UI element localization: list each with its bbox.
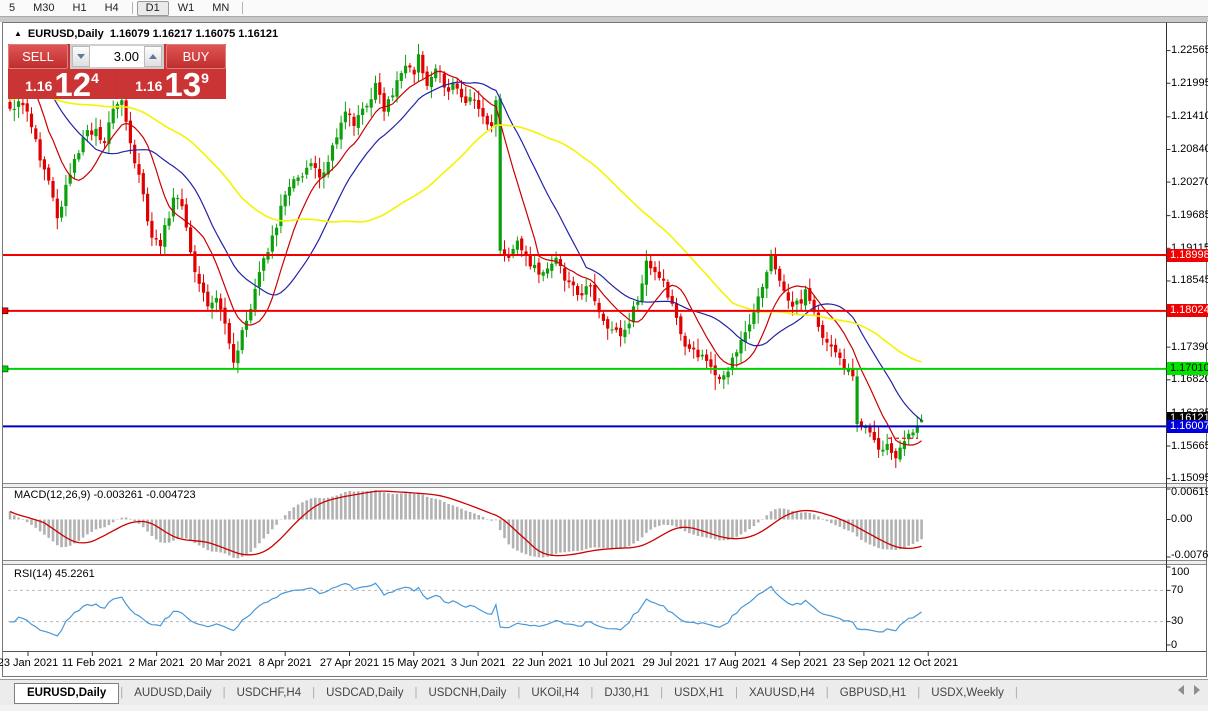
date-tick-label: 12 Oct 2021	[898, 657, 958, 669]
buy-price-big: 13	[164, 70, 201, 99]
buy-price-pip: 9	[201, 71, 209, 85]
rsi-label: RSI(14) 45.2261	[14, 568, 95, 580]
symbol-label: EURUSD,Daily	[28, 28, 104, 40]
date-tick-label: 8 Apr 2021	[259, 657, 312, 669]
sell-button[interactable]: SELL	[8, 44, 68, 69]
one-click-trading-widget: SELL 3.00 BUY 1.16 12 4 1.16 13 9	[8, 44, 226, 99]
rsi-tick-label: 70	[1171, 584, 1183, 596]
macd-tick-label: -0.007621	[1171, 549, 1208, 561]
chart-tab-ukoil-h4[interactable]: UKOil,H4	[521, 687, 589, 699]
chart-canvas[interactable]	[2, 22, 1207, 677]
rsi-tick-label: 100	[1171, 566, 1189, 578]
date-tick-label: 23 Sep 2021	[833, 657, 895, 669]
level-price-tag: 1.18998	[1167, 249, 1208, 262]
ohlc-values: 1.16079 1.16217 1.16075 1.16121	[110, 28, 278, 40]
collapse-icon[interactable]: ▲	[14, 29, 22, 38]
arrow-up-icon	[149, 54, 157, 59]
timeframe-button-h4[interactable]: H4	[96, 1, 128, 16]
chart-title: ▲ EURUSD,Daily 1.16079 1.16217 1.16075 1.…	[14, 28, 278, 40]
date-tick-label: 2 Mar 2021	[129, 657, 185, 669]
buy-button[interactable]: BUY	[166, 44, 226, 69]
date-tick-label: 15 May 2021	[382, 657, 446, 669]
volume-input[interactable]: 3.00	[90, 46, 144, 67]
price-tick-label: 1.17390	[1171, 341, 1208, 353]
rsi-tick-label: 0	[1171, 639, 1177, 651]
volume-decrease-button[interactable]	[72, 46, 90, 67]
chart-tab-eurusd-daily[interactable]: EURUSD,Daily	[14, 683, 119, 704]
level-price-tag: 1.18024	[1167, 304, 1208, 317]
timeframe-toolbar: 5M30H1H4 D1W1MN	[0, 0, 1208, 17]
scroll-left-icon[interactable]	[1178, 685, 1184, 695]
price-tick-label: 1.21995	[1171, 77, 1208, 89]
chart-tab-usdchf-h4[interactable]: USDCHF,H4	[227, 687, 312, 699]
rsi-tick-label: 30	[1171, 615, 1183, 627]
date-tick-label: 10 Jul 2021	[578, 657, 635, 669]
price-tick-label: 1.15095	[1171, 472, 1208, 484]
date-tick-label: 27 Apr 2021	[320, 657, 379, 669]
volume-stepper: 3.00	[70, 44, 164, 69]
tab-separator: |	[1014, 687, 1019, 699]
level-price-tag: 1.17010	[1167, 362, 1208, 375]
macd-label: MACD(12,26,9) -0.003261 -0.004723	[14, 489, 196, 501]
sell-price-display[interactable]: 1.16 12 4	[8, 70, 116, 99]
price-tick-label: 1.21410	[1171, 110, 1208, 122]
timeframe-button-d1[interactable]: D1	[137, 1, 169, 16]
chart-tab-bar: EURUSD,Daily|AUDUSD,Daily|USDCHF,H4|USDC…	[0, 679, 1208, 706]
sell-price-base: 1.16	[25, 73, 52, 99]
chart-tab-usdcad-daily[interactable]: USDCAD,Daily	[316, 687, 413, 699]
date-tick-label: 29 Jul 2021	[643, 657, 700, 669]
price-tick-label: 1.20840	[1171, 143, 1208, 155]
chart-tab-audusd-daily[interactable]: AUDUSD,Daily	[124, 687, 221, 699]
volume-increase-button[interactable]	[144, 46, 162, 67]
price-tick-label: 1.19685	[1171, 209, 1208, 221]
arrow-down-icon	[77, 54, 85, 59]
chart-tab-usdx-h1[interactable]: USDX,H1	[664, 687, 734, 699]
timeframe-button-mn[interactable]: MN	[203, 1, 238, 16]
date-tick-label: 20 Mar 2021	[190, 657, 252, 669]
window-bottom-strip	[0, 705, 1208, 711]
scroll-right-icon[interactable]	[1194, 685, 1200, 695]
buy-price-base: 1.16	[135, 73, 162, 99]
sell-price-pip: 4	[91, 71, 99, 85]
toolbar-separator	[132, 2, 133, 14]
sell-price-big: 12	[54, 70, 91, 99]
macd-tick-label: 0.00	[1171, 513, 1192, 525]
trading-platform-window: 5M30H1H4 D1W1MN ▲ EURUSD,Daily 1.16079 1.1…	[0, 0, 1208, 711]
tab-scroll-arrows	[1178, 685, 1200, 695]
date-tick-label: 23 Jan 2021	[0, 657, 58, 669]
chart-tab-usdx-weekly[interactable]: USDX,Weekly	[921, 687, 1014, 699]
date-tick-label: 4 Sep 2021	[771, 657, 827, 669]
chart-tab-gbpusd-h1[interactable]: GBPUSD,H1	[830, 687, 916, 699]
chart-window: ▲ EURUSD,Daily 1.16079 1.16217 1.16075 1.…	[2, 22, 1207, 677]
timeframe-button-h1[interactable]: H1	[64, 1, 96, 16]
toolbar-separator	[242, 2, 243, 14]
chart-tab-dj30-h1[interactable]: DJ30,H1	[594, 687, 659, 699]
macd-tick-label: 0.006193	[1171, 486, 1208, 498]
price-tick-label: 1.18545	[1171, 274, 1208, 286]
timeframe-button-m30[interactable]: M30	[24, 1, 63, 16]
buy-price-display[interactable]: 1.16 13 9	[118, 70, 226, 99]
timeframe-button-5[interactable]: 5	[0, 1, 24, 16]
level-price-tag: 1.16007	[1167, 420, 1208, 433]
date-tick-label: 17 Aug 2021	[704, 657, 766, 669]
date-tick-label: 3 Jun 2021	[451, 657, 505, 669]
price-tick-label: 1.20270	[1171, 176, 1208, 188]
price-tick-label: 1.22565	[1171, 44, 1208, 56]
price-tick-label: 1.15665	[1171, 440, 1208, 452]
date-tick-label: 22 Jun 2021	[512, 657, 573, 669]
chart-tab-usdcnh-daily[interactable]: USDCNH,Daily	[418, 687, 516, 699]
timeframe-button-w1[interactable]: W1	[169, 1, 204, 16]
date-tick-label: 11 Feb 2021	[62, 657, 123, 669]
chart-tab-xauusd-h4[interactable]: XAUUSD,H4	[739, 687, 825, 699]
